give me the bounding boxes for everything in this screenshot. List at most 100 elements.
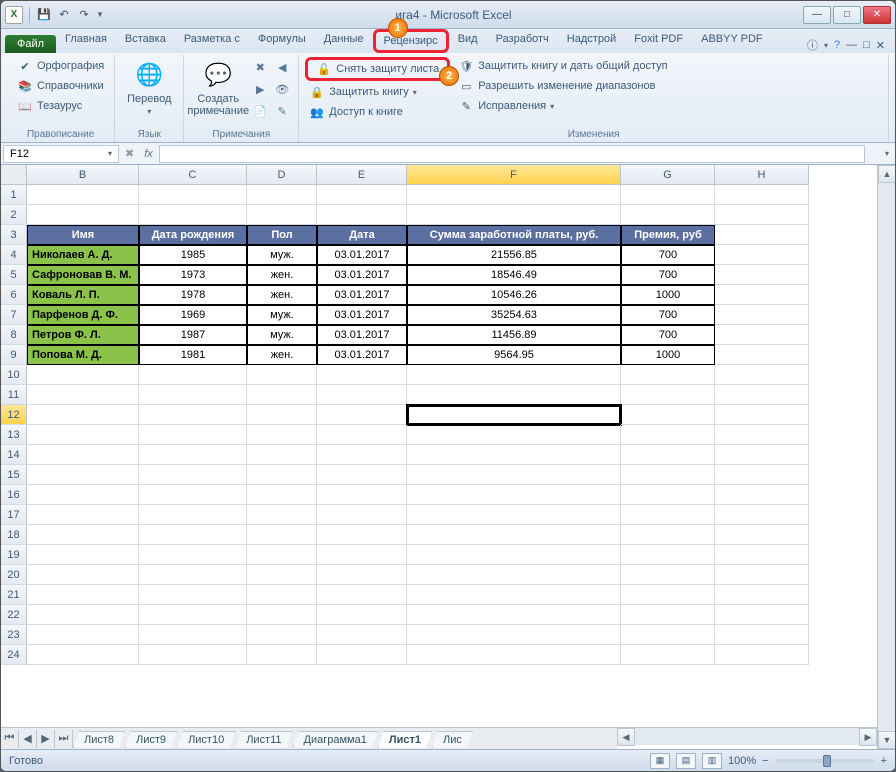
cell-C8[interactable]: 1987 xyxy=(139,325,247,345)
cell-B14[interactable] xyxy=(27,445,139,465)
cell-G23[interactable] xyxy=(621,625,715,645)
cell-G20[interactable] xyxy=(621,565,715,585)
ribbon-tab-8[interactable]: Надстрой xyxy=(558,29,625,53)
cell-grid[interactable]: ИмяДата рожденияПолДатаСумма заработной … xyxy=(27,185,809,727)
cell-F14[interactable] xyxy=(407,445,621,465)
cell-D20[interactable] xyxy=(247,565,317,585)
cell-G21[interactable] xyxy=(621,585,715,605)
cell-G10[interactable] xyxy=(621,365,715,385)
ribbon-tab-7[interactable]: Разработч xyxy=(487,29,558,53)
spelling-button[interactable]: ✔Орфография xyxy=(13,57,108,75)
cell-H3[interactable] xyxy=(715,225,809,245)
cell-H4[interactable] xyxy=(715,245,809,265)
tab-next-icon[interactable]: ▶ xyxy=(37,730,55,748)
cell-D7[interactable]: муж. xyxy=(247,305,317,325)
sheet-tab-6[interactable]: Лис xyxy=(432,731,473,748)
scroll-left-icon[interactable]: ◀ xyxy=(617,728,635,746)
cell-B13[interactable] xyxy=(27,425,139,445)
row-header-22[interactable]: 22 xyxy=(1,605,27,625)
row-header-1[interactable]: 1 xyxy=(1,185,27,205)
cell-H5[interactable] xyxy=(715,265,809,285)
cell-G5[interactable]: 700 xyxy=(621,265,715,285)
cell-G9[interactable]: 1000 xyxy=(621,345,715,365)
row-header-18[interactable]: 18 xyxy=(1,525,27,545)
cell-C13[interactable] xyxy=(139,425,247,445)
doc-close-button[interactable]: ✕ xyxy=(876,39,885,52)
cell-D24[interactable] xyxy=(247,645,317,665)
zoom-level[interactable]: 100% xyxy=(728,755,756,767)
cell-E3[interactable]: Дата xyxy=(317,225,407,245)
cell-B12[interactable] xyxy=(27,405,139,425)
cancel-icon[interactable]: ✖ xyxy=(121,147,138,160)
cell-D16[interactable] xyxy=(247,485,317,505)
cell-E8[interactable]: 03.01.2017 xyxy=(317,325,407,345)
cell-B24[interactable] xyxy=(27,645,139,665)
cell-C5[interactable]: 1973 xyxy=(139,265,247,285)
cell-H22[interactable] xyxy=(715,605,809,625)
cell-D17[interactable] xyxy=(247,505,317,525)
cell-B20[interactable] xyxy=(27,565,139,585)
help-icon[interactable]: ⓘ xyxy=(807,37,818,53)
cell-D5[interactable]: жен. xyxy=(247,265,317,285)
tab-first-icon[interactable]: ⏮ xyxy=(1,730,19,748)
track-changes-button[interactable]: ✎Исправления▾ xyxy=(454,97,671,115)
cell-E15[interactable] xyxy=(317,465,407,485)
zoom-slider[interactable] xyxy=(775,759,875,763)
cell-H15[interactable] xyxy=(715,465,809,485)
cell-C6[interactable]: 1978 xyxy=(139,285,247,305)
cell-C4[interactable]: 1985 xyxy=(139,245,247,265)
cell-C24[interactable] xyxy=(139,645,247,665)
cell-B5[interactable]: Сафроновав В. М. xyxy=(27,265,139,285)
fx-icon[interactable]: fx xyxy=(138,148,159,160)
cell-C22[interactable] xyxy=(139,605,247,625)
zoom-in-icon[interactable]: + xyxy=(881,755,887,767)
qat-dropdown-icon[interactable]: ▼ xyxy=(96,10,104,19)
scroll-down-icon[interactable]: ▼ xyxy=(878,731,895,749)
horizontal-scrollbar[interactable]: ◀ ▶ xyxy=(617,727,877,745)
ribbon-tab-1[interactable]: Вставка xyxy=(116,29,175,53)
cell-H6[interactable] xyxy=(715,285,809,305)
ribbon-tab-6[interactable]: Вид xyxy=(449,29,487,53)
cell-H2[interactable] xyxy=(715,205,809,225)
cell-H11[interactable] xyxy=(715,385,809,405)
ribbon-tab-9[interactable]: Foxit PDF xyxy=(625,29,692,53)
cell-C23[interactable] xyxy=(139,625,247,645)
row-header-10[interactable]: 10 xyxy=(1,365,27,385)
tab-prev-icon[interactable]: ◀ xyxy=(19,730,37,748)
cell-C14[interactable] xyxy=(139,445,247,465)
cell-G1[interactable] xyxy=(621,185,715,205)
cell-E5[interactable]: 03.01.2017 xyxy=(317,265,407,285)
cell-E20[interactable] xyxy=(317,565,407,585)
cell-D19[interactable] xyxy=(247,545,317,565)
row-header-7[interactable]: 7 xyxy=(1,305,27,325)
excel-logo-icon[interactable]: X xyxy=(5,6,23,24)
cell-C17[interactable] xyxy=(139,505,247,525)
row-header-8[interactable]: 8 xyxy=(1,325,27,345)
close-button[interactable]: ✕ xyxy=(863,6,891,24)
cell-D2[interactable] xyxy=(247,205,317,225)
ribbon-tab-0[interactable]: Главная xyxy=(56,29,116,53)
cell-F24[interactable] xyxy=(407,645,621,665)
cell-C10[interactable] xyxy=(139,365,247,385)
ribbon-tab-10[interactable]: ABBYY PDF xyxy=(692,29,772,53)
cell-G3[interactable]: Премия, руб xyxy=(621,225,715,245)
cell-F6[interactable]: 10546.26 xyxy=(407,285,621,305)
row-header-12[interactable]: 12 xyxy=(1,405,27,425)
cell-E22[interactable] xyxy=(317,605,407,625)
cell-D18[interactable] xyxy=(247,525,317,545)
row-header-23[interactable]: 23 xyxy=(1,625,27,645)
cell-C7[interactable]: 1969 xyxy=(139,305,247,325)
cell-B2[interactable] xyxy=(27,205,139,225)
cell-D22[interactable] xyxy=(247,605,317,625)
cell-F1[interactable] xyxy=(407,185,621,205)
cell-D14[interactable] xyxy=(247,445,317,465)
delete-comment-icon[interactable]: ✖ xyxy=(250,57,270,77)
cell-E19[interactable] xyxy=(317,545,407,565)
name-box[interactable]: F12▾ xyxy=(3,145,119,163)
cell-B15[interactable] xyxy=(27,465,139,485)
cell-B3[interactable]: Имя xyxy=(27,225,139,245)
next-comment-icon[interactable]: ▶ xyxy=(250,79,270,99)
row-header-9[interactable]: 9 xyxy=(1,345,27,365)
col-header-G[interactable]: G xyxy=(621,165,715,185)
cell-D6[interactable]: жен. xyxy=(247,285,317,305)
